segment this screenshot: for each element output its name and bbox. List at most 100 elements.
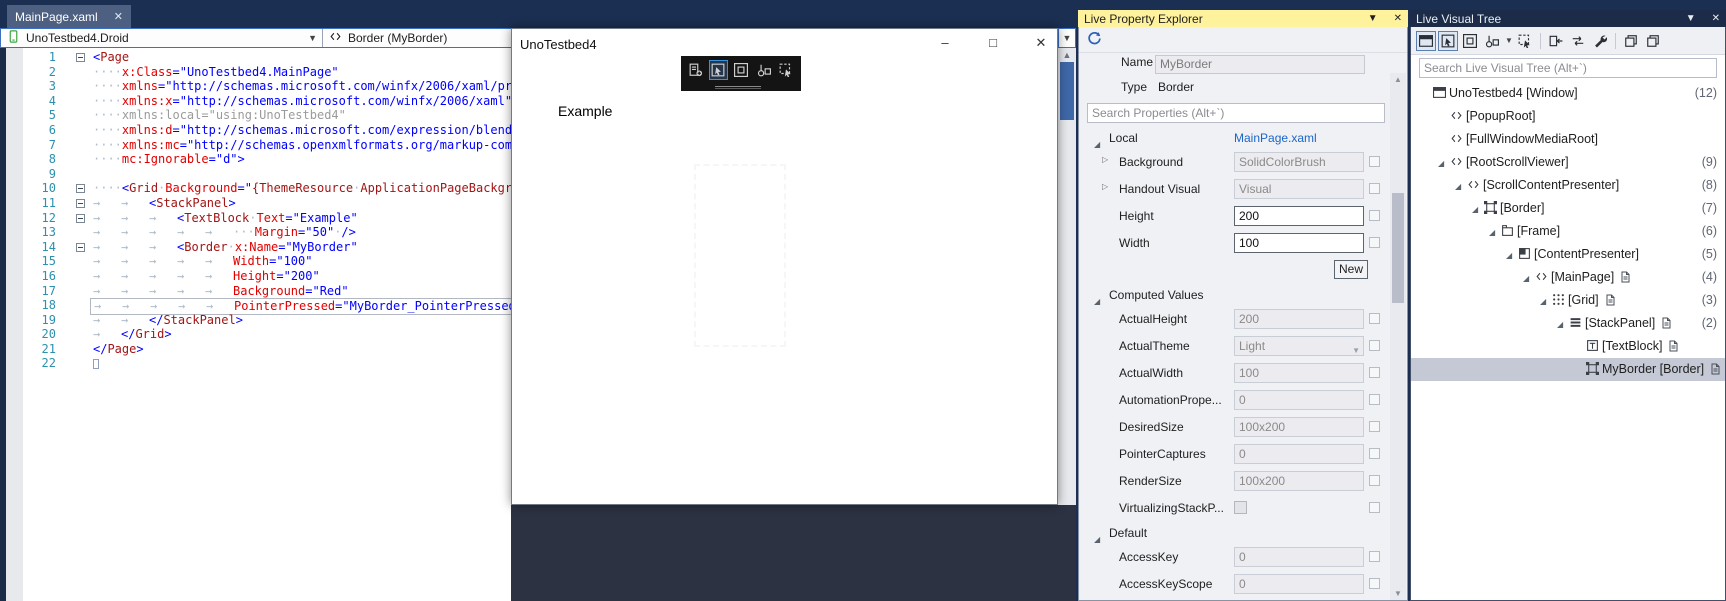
property-value-field[interactable]: 100x200	[1234, 471, 1364, 491]
name-value-field[interactable]: MyBorder	[1155, 55, 1365, 74]
expanded-triangle-icon[interactable]: ◢	[1489, 221, 1501, 244]
maximize-button[interactable]: □	[976, 29, 1010, 57]
close-button[interactable]: ✕	[1024, 29, 1058, 57]
expanded-triangle-icon[interactable]: ◢	[1557, 313, 1569, 336]
tree-node-grid[interactable]: ◢ [Grid] (3)	[1411, 289, 1725, 312]
settings-wrench-icon[interactable]	[1590, 31, 1610, 51]
expanded-triangle-icon[interactable]: ◢	[1455, 175, 1467, 198]
enable-selection-icon[interactable]	[1438, 30, 1458, 51]
tree-node-border[interactable]: ◢ [Border] (7)	[1411, 197, 1725, 220]
property-pin-checkbox[interactable]	[1369, 340, 1380, 351]
expanded-triangle-icon[interactable]: ◢	[1472, 198, 1484, 221]
collapse-all-icon[interactable]	[1643, 31, 1663, 51]
property-pin-checkbox[interactable]	[1369, 313, 1380, 324]
sync-selection-icon[interactable]	[1568, 31, 1588, 51]
app-window-titlebar[interactable]: UnoTestbed4 – □ ✕	[512, 29, 1057, 59]
property-pin-checkbox[interactable]	[1369, 237, 1380, 248]
toolbar-grip[interactable]	[715, 86, 761, 89]
select-element-icon[interactable]	[1515, 31, 1535, 51]
property-pin-checkbox[interactable]	[1369, 156, 1380, 167]
new-button[interactable]: New	[1334, 260, 1368, 279]
property-pin-checkbox[interactable]	[1369, 578, 1380, 589]
display-layout-adorners-icon[interactable]	[731, 60, 751, 80]
scrollbar-thumb[interactable]	[1060, 62, 1074, 120]
property-pin-checkbox[interactable]	[1369, 551, 1380, 562]
property-pin-checkbox[interactable]	[1369, 421, 1380, 432]
display-layout-adorners-icon[interactable]	[1460, 31, 1480, 51]
theme-switcher-icon[interactable]	[754, 60, 774, 80]
select-element-icon[interactable]	[776, 60, 796, 80]
tree-node-frame[interactable]: ◢ [Frame] (6)	[1411, 220, 1725, 243]
collapsed-triangle-icon[interactable]: ▷	[1102, 155, 1108, 164]
property-value-field[interactable]: Visual	[1234, 179, 1364, 199]
track-focused-element-icon[interactable]	[1546, 31, 1566, 51]
tree-node-mainpage[interactable]: ◢ [MainPage] (4)	[1411, 266, 1725, 289]
enable-selection-icon[interactable]	[708, 60, 729, 80]
property-pin-checkbox[interactable]	[1369, 183, 1380, 194]
property-pin-checkbox[interactable]	[1369, 394, 1380, 405]
expand-all-icon[interactable]	[1621, 31, 1641, 51]
source-file-link[interactable]: MainPage.xaml	[1234, 127, 1317, 149]
close-icon[interactable]: ✕	[1394, 13, 1402, 24]
property-pin-checkbox[interactable]	[1369, 475, 1380, 486]
theme-switcher-icon[interactable]	[1482, 31, 1502, 51]
fold-collapse-icon[interactable]	[76, 242, 85, 252]
project-dropdown[interactable]: UnoTestbed4.Droid ▼	[1, 29, 323, 47]
window-position-icon[interactable]: ▼	[1686, 13, 1696, 24]
expanded-triangle-icon[interactable]: ◢	[1438, 152, 1450, 175]
member-dropdown-arrow[interactable]: ▼	[1058, 28, 1076, 48]
tree-node-contentpresenter[interactable]: ◢ [ContentPresenter] (5)	[1411, 243, 1725, 266]
window-position-icon[interactable]: ▼	[1368, 13, 1378, 24]
tree-node-unotestbed4window[interactable]: UnoTestbed4 [Window] (12)	[1411, 82, 1725, 105]
refresh-icon[interactable]	[1087, 31, 1102, 49]
search-properties-input[interactable]: Search Properties (Alt+`)	[1087, 103, 1392, 131]
scroll-up-arrow[interactable]: ▲	[1058, 50, 1076, 60]
property-value-field[interactable]: 0	[1234, 574, 1364, 594]
chevron-down-icon[interactable]: ▼	[1505, 36, 1513, 45]
tab-mainpage-xaml[interactable]: MainPage.xaml ✕	[7, 5, 131, 31]
myborder-red-element[interactable]	[694, 164, 786, 347]
tree-node-textblock[interactable]: [TextBlock]	[1411, 335, 1725, 358]
property-value-field[interactable]: 100	[1234, 233, 1364, 253]
property-pin-checkbox[interactable]	[1369, 448, 1380, 459]
property-value-field[interactable]: 200	[1234, 309, 1364, 329]
property-pin-checkbox[interactable]	[1369, 367, 1380, 378]
tree-node-fullwindowmediaroot[interactable]: [FullWindowMediaRoot]	[1411, 128, 1725, 151]
tree-node-stackpanel[interactable]: ◢ [StackPanel] (2)	[1411, 312, 1725, 335]
fold-collapse-icon[interactable]	[76, 184, 85, 194]
go-to-live-visual-tree-icon[interactable]	[686, 60, 706, 80]
property-value-field[interactable]: 0	[1234, 390, 1364, 410]
lpe-titlebar[interactable]: Live Property Explorer ▼ ✕	[1078, 10, 1408, 32]
property-value-field[interactable]: 0	[1234, 444, 1364, 464]
collapsed-triangle-icon[interactable]: ▷	[1102, 182, 1108, 191]
lvt-titlebar[interactable]: Live Visual Tree ▼ ✕	[1410, 10, 1726, 32]
property-value-field[interactable]: SolidColorBrush	[1234, 152, 1364, 172]
search-live-visual-tree-input[interactable]: Search Live Visual Tree (Alt+`)	[1419, 58, 1724, 86]
property-pin-checkbox[interactable]	[1369, 210, 1380, 221]
scrollbar-thumb[interactable]	[1392, 193, 1404, 303]
fold-collapse-icon[interactable]	[76, 198, 85, 208]
close-icon[interactable]: ✕	[114, 10, 123, 23]
minimize-button[interactable]: –	[928, 29, 962, 57]
fold-collapse-icon[interactable]	[76, 53, 85, 62]
property-section-header[interactable]: ◢ Local MainPage.xaml	[1079, 127, 1407, 149]
expanded-triangle-icon[interactable]: ◢	[1523, 267, 1535, 290]
property-value-field[interactable]: 100	[1234, 363, 1364, 383]
property-value-field[interactable]: Light ▼	[1234, 336, 1364, 356]
tree-node-popuproot[interactable]: [PopupRoot]	[1411, 105, 1725, 128]
property-section-header[interactable]: ◢ Computed Values	[1079, 284, 1407, 306]
tree-node-rootscrollviewer[interactable]: ◢ [RootScrollViewer] (9)	[1411, 151, 1725, 174]
expanded-triangle-icon[interactable]: ◢	[1540, 290, 1552, 313]
expanded-triangle-icon[interactable]: ◢	[1506, 244, 1518, 267]
tree-node-myborderborder[interactable]: MyBorder [Border]	[1411, 358, 1725, 381]
close-icon[interactable]: ✕	[1712, 13, 1720, 24]
fold-collapse-icon[interactable]	[76, 213, 85, 223]
select-window-icon[interactable]	[1416, 30, 1436, 51]
tree-node-scrollcontentpresenter[interactable]: ◢ [ScrollContentPresenter] (8)	[1411, 174, 1725, 197]
property-value-field[interactable]: 0	[1234, 547, 1364, 567]
property-section-header[interactable]: ◢ Default	[1079, 522, 1407, 544]
lpe-scrollbar[interactable]: ▲ ▼	[1390, 73, 1406, 600]
property-value-field[interactable]: 100x200	[1234, 417, 1364, 437]
property-value-checkbox[interactable]	[1234, 501, 1247, 514]
property-pin-checkbox[interactable]	[1369, 502, 1380, 513]
